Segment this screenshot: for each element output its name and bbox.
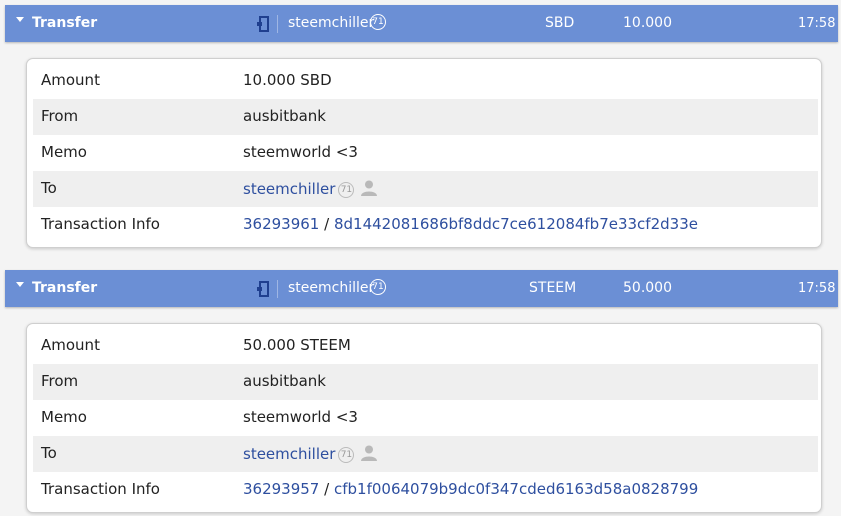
- person-icon[interactable]: [360, 444, 378, 462]
- header-time: 17:58: [798, 281, 836, 296]
- detail-row-amount: Amount 10.000 SBD: [33, 63, 818, 99]
- header-divider: [277, 280, 278, 298]
- detail-row-to: To steemchiller 71: [33, 436, 818, 472]
- block-number-link[interactable]: 36293961: [243, 215, 319, 233]
- from-user-link[interactable]: ausbitbank: [243, 372, 326, 390]
- amount-label: Amount: [41, 336, 100, 354]
- detail-row-to: To steemchiller 71: [33, 171, 818, 207]
- header-amount: 10.000: [623, 15, 672, 31]
- reputation-badge: 71: [370, 14, 386, 30]
- block-number-link[interactable]: 36293957: [243, 480, 319, 498]
- detail-row-transaction: Transaction Info 36293957 / cfb1f0064079…: [33, 472, 818, 508]
- transfer-title[interactable]: Transfer: [32, 280, 97, 296]
- from-user-link[interactable]: ausbitbank: [243, 107, 326, 125]
- header-currency: STEEM: [529, 280, 577, 296]
- detail-row-memo: Memo steemworld <3: [33, 400, 818, 436]
- amount-value: 50.000 STEEM: [243, 336, 351, 354]
- transfer-header-bar[interactable]: Transfer steemchiller 71 STEEM 50.000 17…: [5, 270, 838, 307]
- from-label: From: [41, 372, 79, 390]
- reputation-badge: 71: [370, 279, 386, 295]
- detail-row-memo: Memo steemworld <3: [33, 135, 818, 171]
- header-time: 17:58: [798, 16, 836, 31]
- to-user-link[interactable]: steemchiller: [243, 180, 335, 198]
- chevron-down-icon[interactable]: [16, 282, 24, 287]
- to-user-link[interactable]: steemchiller: [243, 445, 335, 463]
- chevron-down-icon[interactable]: [16, 17, 24, 22]
- incoming-transfer-icon: [257, 281, 269, 297]
- header-username[interactable]: steemchiller: [288, 280, 374, 296]
- reputation-badge: 71: [338, 447, 355, 463]
- header-amount: 50.000: [623, 280, 672, 296]
- detail-row-transaction: Transaction Info 36293961 / 8d1442081686…: [33, 207, 818, 243]
- memo-label: Memo: [41, 408, 87, 426]
- amount-label: Amount: [41, 71, 100, 89]
- memo-value: steemworld <3: [243, 408, 358, 426]
- transaction-value: 36293961 / 8d1442081686bf8ddc7ce612084fb…: [243, 215, 698, 233]
- separator: /: [324, 480, 330, 498]
- to-label: To: [41, 179, 57, 197]
- transfer-details-card: Amount 50.000 STEEM From ausbitbank Memo…: [26, 323, 822, 513]
- memo-value: steemworld <3: [243, 143, 358, 161]
- transfer-details-card: Amount 10.000 SBD From ausbitbank Memo s…: [26, 58, 822, 248]
- person-icon[interactable]: [360, 179, 378, 197]
- incoming-transfer-icon: [257, 16, 269, 32]
- memo-label: Memo: [41, 143, 87, 161]
- to-value: steemchiller 71: [243, 444, 378, 463]
- detail-row-from: From ausbitbank: [33, 364, 818, 400]
- header-currency: SBD: [545, 15, 575, 31]
- transaction-hash-link[interactable]: 8d1442081686bf8ddc7ce612084fb7e33cf2d33e: [334, 215, 698, 233]
- from-label: From: [41, 107, 79, 125]
- to-label: To: [41, 444, 57, 462]
- transfer-title[interactable]: Transfer: [32, 15, 97, 31]
- amount-value: 10.000 SBD: [243, 71, 332, 89]
- transaction-value: 36293957 / cfb1f0064079b9dc0f347cded6163…: [243, 480, 698, 498]
- separator: /: [324, 215, 330, 233]
- header-username[interactable]: steemchiller: [288, 15, 374, 31]
- header-divider: [277, 15, 278, 33]
- transaction-label: Transaction Info: [41, 480, 160, 498]
- reputation-badge: 71: [338, 182, 355, 198]
- to-value: steemchiller 71: [243, 179, 378, 198]
- transfer-header-bar[interactable]: Transfer steemchiller 71 SBD 10.000 17:5…: [5, 5, 838, 42]
- detail-row-from: From ausbitbank: [33, 99, 818, 135]
- transaction-label: Transaction Info: [41, 215, 160, 233]
- detail-row-amount: Amount 50.000 STEEM: [33, 328, 818, 364]
- transaction-hash-link[interactable]: cfb1f0064079b9dc0f347cded6163d58a0828799: [334, 480, 698, 498]
